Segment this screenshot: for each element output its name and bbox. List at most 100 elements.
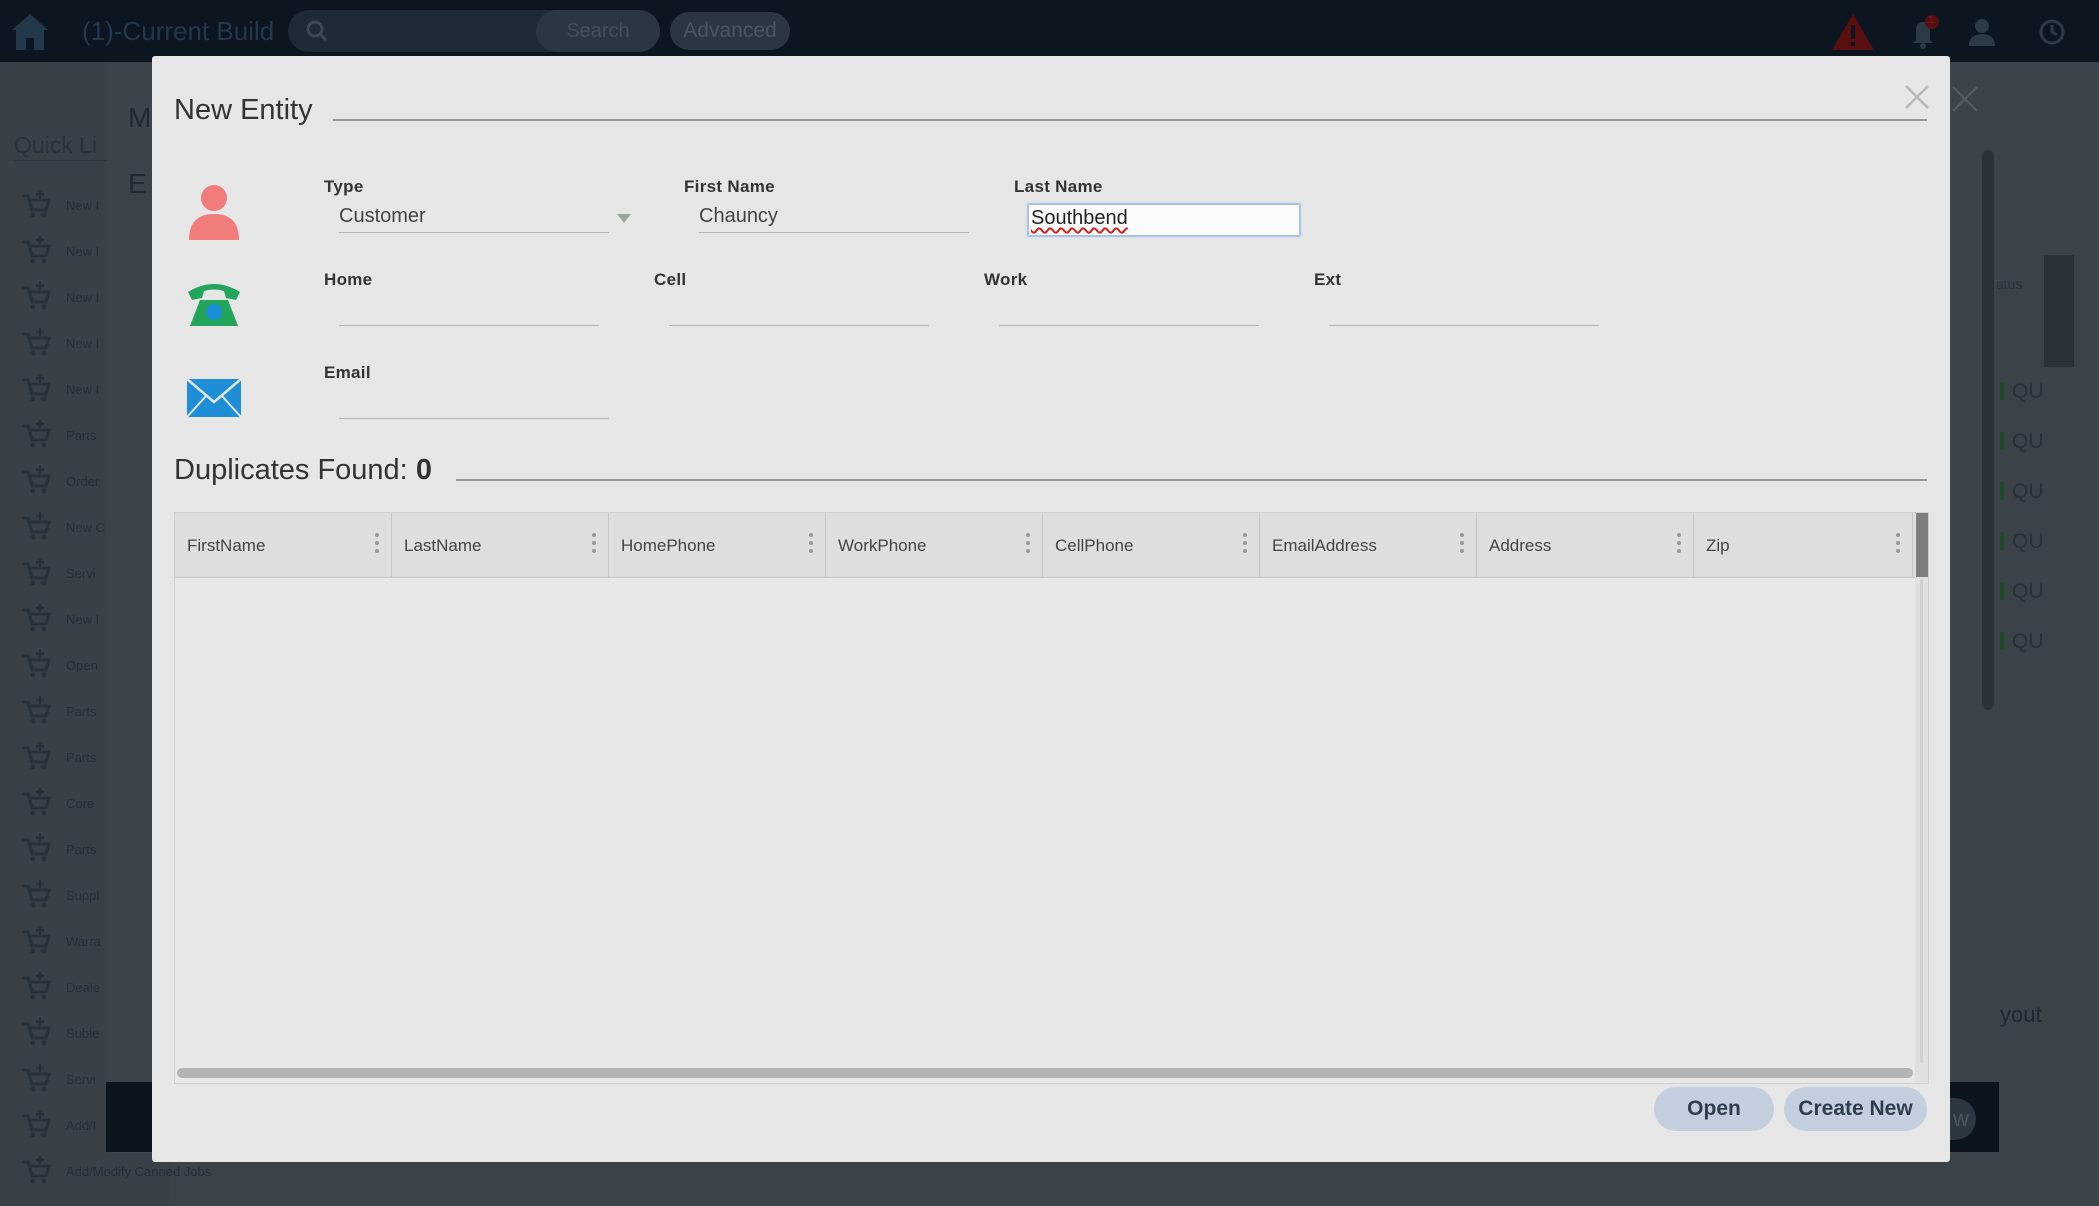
quick-link-label: New I xyxy=(66,336,100,351)
phone-icon xyxy=(188,284,240,326)
cart-plus-icon xyxy=(22,834,52,862)
quick-link-label: Parts xyxy=(66,428,97,443)
column-header-label: HomePhone xyxy=(621,536,716,555)
background-row-label[interactable]: QU xyxy=(2012,580,2044,604)
clock-icon[interactable] xyxy=(2038,18,2066,46)
advanced-button[interactable]: Advanced xyxy=(670,12,790,50)
last-name-label: Last Name xyxy=(1014,177,1103,196)
column-menu-icon[interactable] xyxy=(1243,533,1247,555)
app-title[interactable]: (1)-Current Build xyxy=(82,16,274,47)
column-header[interactable]: EmailAddress xyxy=(1260,513,1477,577)
warning-icon[interactable] xyxy=(1830,12,1876,52)
ext-field[interactable] xyxy=(1329,295,1599,326)
layout-text[interactable]: yout xyxy=(2000,1002,2042,1028)
background-scrollbar[interactable] xyxy=(1982,150,1994,710)
chevron-down-icon[interactable] xyxy=(617,214,631,223)
column-menu-icon[interactable] xyxy=(1677,533,1681,555)
column-header[interactable]: WorkPhone xyxy=(826,513,1043,577)
bell-icon xyxy=(1913,15,1939,49)
quick-link-label: New I xyxy=(66,290,100,305)
person-icon xyxy=(189,185,239,240)
notifications-bell[interactable]: 1 xyxy=(1906,14,1940,50)
cart-plus-icon xyxy=(22,282,52,310)
column-header[interactable]: LastName xyxy=(392,513,609,577)
column-header-label: EmailAddress xyxy=(1272,536,1377,555)
quick-link-label: Servi xyxy=(66,1072,96,1087)
home-label: Home xyxy=(324,270,373,289)
cart-plus-icon xyxy=(22,512,52,540)
cart-plus-icon xyxy=(22,1018,52,1046)
cart-plus-icon xyxy=(22,1110,52,1138)
home-phone-field[interactable] xyxy=(339,295,599,326)
horizontal-scrollbar[interactable] xyxy=(177,1068,1913,1078)
close-icon[interactable] xyxy=(1950,84,1980,114)
quick-link-label: Deale xyxy=(66,980,100,995)
column-menu-icon[interactable] xyxy=(592,533,596,555)
column-header-label: FirstName xyxy=(187,536,266,555)
type-value: Customer xyxy=(339,205,426,227)
column-menu-icon[interactable] xyxy=(1460,533,1464,555)
duplicates-divider xyxy=(456,479,1927,481)
last-name-value: Southbend xyxy=(1031,207,1128,229)
status-header: atus xyxy=(1996,276,2023,292)
dialog-title: New Entity xyxy=(174,94,313,126)
background-row-label[interactable]: QU xyxy=(2012,380,2044,404)
create-new-button[interactable]: Create New xyxy=(1784,1087,1927,1131)
email-field[interactable] xyxy=(339,388,609,419)
first-name-field[interactable]: Chauncy xyxy=(699,202,969,233)
quick-link-label: Parts xyxy=(66,750,97,765)
user-icon[interactable] xyxy=(1966,16,1998,48)
cell-phone-field[interactable] xyxy=(669,295,929,326)
search-button[interactable]: Search xyxy=(536,10,660,52)
quick-link-label: New C xyxy=(66,520,106,535)
quick-link-label: Suppl xyxy=(66,888,100,903)
column-header[interactable]: Address xyxy=(1477,513,1694,577)
cart-plus-icon xyxy=(22,604,52,632)
column-header-label: CellPhone xyxy=(1055,536,1134,555)
cart-plus-icon xyxy=(22,1064,52,1092)
column-header-label: Zip xyxy=(1706,536,1730,555)
column-menu-icon[interactable] xyxy=(375,533,379,555)
type-label: Type xyxy=(324,177,364,196)
column-menu-icon[interactable] xyxy=(1026,533,1030,555)
quick-link-label: Add/Modify Canned Jobs xyxy=(66,1164,212,1179)
cart-plus-icon xyxy=(22,236,52,264)
background-row-label[interactable]: QU xyxy=(2012,530,2044,554)
open-button[interactable]: Open xyxy=(1654,1087,1774,1131)
email-label: Email xyxy=(324,363,371,382)
column-header[interactable]: Zip xyxy=(1694,513,1913,577)
quick-link-label: Parts xyxy=(66,842,97,857)
background-row-label[interactable]: QU xyxy=(2012,430,2044,454)
quick-links-title: Quick Li xyxy=(14,132,98,158)
grid-header: FirstName LastName HomePhone WorkPhone CellP… xyxy=(175,513,1915,578)
first-name-label: First Name xyxy=(684,177,775,196)
vertical-scrollbar-thumb[interactable] xyxy=(1916,513,1928,577)
quick-link-label: Add/I xyxy=(66,1118,97,1133)
global-search[interactable]: Search xyxy=(288,10,660,52)
envelope-icon xyxy=(186,378,242,418)
background-row-label[interactable]: QU xyxy=(2012,630,2044,654)
home-icon[interactable] xyxy=(8,10,52,54)
column-header-label: Address xyxy=(1489,536,1552,555)
column-header[interactable]: CellPhone xyxy=(1043,513,1260,577)
column-header[interactable]: FirstName xyxy=(175,513,392,577)
vertical-scroll-rail[interactable] xyxy=(1920,579,1923,1063)
cart-plus-icon xyxy=(22,972,52,1000)
row-status-marker xyxy=(2000,482,2004,500)
column-header[interactable]: HomePhone xyxy=(609,513,826,577)
column-menu-icon[interactable] xyxy=(809,533,813,555)
row-status-marker xyxy=(2000,382,2004,400)
column-menu-icon[interactable] xyxy=(1896,533,1900,555)
column-header-label: LastName xyxy=(404,536,482,555)
row-status-marker xyxy=(2000,532,2004,550)
type-select[interactable]: Customer xyxy=(339,202,631,233)
close-icon[interactable] xyxy=(1902,82,1932,112)
background-row-label[interactable]: QU xyxy=(2012,480,2044,504)
work-phone-field[interactable] xyxy=(999,295,1259,326)
cart-plus-icon xyxy=(22,190,52,218)
quick-link-label: Servi xyxy=(66,566,96,581)
last-name-field[interactable]: Southbend xyxy=(1027,203,1301,237)
background-subheading: E xyxy=(128,168,147,199)
cell-label: Cell xyxy=(654,270,687,289)
row-status-marker xyxy=(2000,432,2004,450)
